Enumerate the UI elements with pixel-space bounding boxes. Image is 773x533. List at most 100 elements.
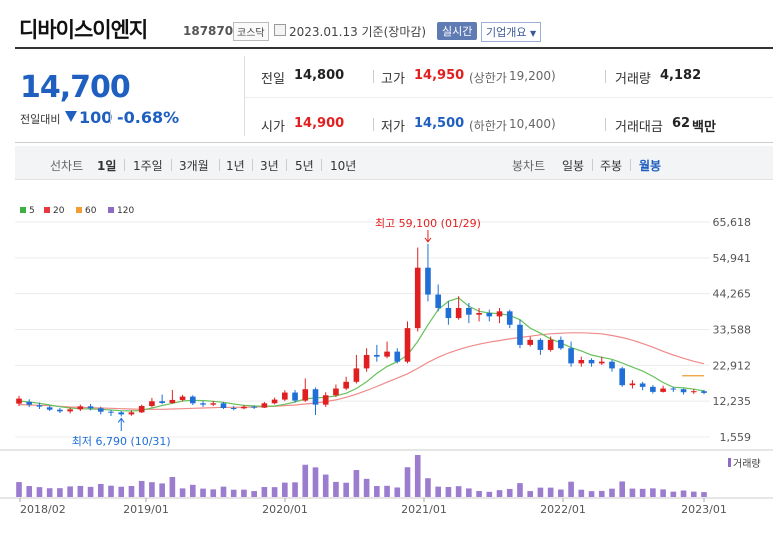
volume-bar: [169, 476, 176, 497]
candle-body: [466, 307, 472, 315]
change-percent: -0.68%: [117, 108, 180, 127]
volume-bar: [77, 485, 84, 497]
change-label: 전일대비: [20, 113, 61, 126]
legend-label: 60: [85, 206, 97, 216]
volume-bar: [435, 486, 441, 497]
volume-bar: [138, 480, 145, 497]
period-5y-button[interactable]: 5년: [295, 157, 314, 174]
volume-bar: [241, 489, 247, 497]
candle-body: [690, 391, 697, 393]
stock-name: 디바이스이엔지: [19, 18, 148, 42]
stock-chart[interactable]: 5 20 60 120 65,618 54,941 44,265 33,588 22,912 1…: [0, 195, 773, 533]
market-tag: 코스닥: [233, 22, 269, 41]
volume-bar: [210, 489, 217, 497]
divider: [252, 159, 253, 171]
divider: [321, 159, 322, 171]
candle-body: [26, 401, 33, 405]
divider: [592, 159, 593, 171]
candle-body: [138, 405, 145, 413]
volume-bar: [179, 488, 186, 497]
volume-bar: [57, 488, 63, 497]
monthly-candle-button[interactable]: 월봉: [639, 157, 661, 174]
chart-legend: 5 20 60 120: [20, 206, 134, 216]
divider: [244, 56, 245, 136]
chevron-down-icon: ▼: [529, 29, 537, 38]
candle-body: [210, 403, 217, 405]
volume-label: 거래량: [733, 458, 761, 470]
candle-body: [108, 411, 114, 413]
volume-bar: [189, 484, 196, 497]
high-label: 고가: [381, 72, 405, 87]
volume-bar: [670, 491, 677, 497]
line-chart-label: 선차트: [50, 159, 84, 173]
candle-body: [598, 361, 605, 364]
volume-bar: [639, 488, 646, 497]
divider: [110, 110, 111, 124]
candle-body: [670, 388, 677, 390]
candle-body: [445, 307, 452, 319]
candle-body: [476, 313, 482, 315]
candle-body: [189, 396, 196, 404]
candle-body: [46, 407, 53, 410]
volume-bar: [292, 482, 298, 497]
open-label: 시가: [261, 120, 285, 135]
volume-bar: [558, 489, 564, 497]
weekly-candle-button[interactable]: 주봉: [600, 157, 622, 174]
candle-body: [363, 354, 370, 369]
period-1d-button[interactable]: 1일: [97, 157, 116, 174]
current-price: 14,700: [20, 70, 131, 105]
x-axis: 2018/02 2019/01 2020/01 2021/01 2022/01 2023/…: [19, 498, 727, 516]
volume-bar: [455, 486, 462, 497]
ma5-line: [18, 297, 705, 412]
volume-bar: [46, 488, 53, 497]
volume-bar: [547, 487, 554, 497]
volume-bar: [476, 490, 482, 497]
volume-bar: [414, 455, 421, 497]
candle-chart-label: 봉차트: [512, 159, 546, 173]
volume-value: 4,182: [660, 68, 702, 83]
volume-bar: [220, 486, 227, 497]
volume-bar: [282, 482, 288, 497]
period-10y-button[interactable]: 10년: [330, 157, 356, 174]
candle-body: [220, 403, 227, 408]
candle-body: [374, 354, 380, 357]
period-3m-button[interactable]: 3개월: [179, 157, 209, 174]
volume-bar: [517, 483, 523, 497]
divider: [124, 159, 125, 171]
volume-bar: [343, 482, 349, 497]
daily-candle-button[interactable]: 일봉: [562, 157, 584, 174]
stock-code: 187870: [183, 24, 234, 38]
candle-body: [588, 360, 595, 364]
volume-bar: [302, 464, 309, 497]
candle-body: [36, 405, 43, 407]
volume-bar: [374, 486, 380, 497]
candle-body: [343, 381, 349, 389]
volume-bar: [425, 478, 431, 497]
volume-bar: [108, 485, 114, 497]
volume-bar: [680, 490, 687, 497]
y-tick-label: 12,235: [713, 395, 752, 408]
legend-label: 120: [117, 206, 134, 216]
candle-body: [384, 351, 390, 357]
candle-body: [97, 408, 104, 412]
realtime-button[interactable]: 실시간: [437, 22, 478, 40]
divider: [373, 118, 374, 131]
divider: [219, 159, 220, 171]
lower-limit-value: 10,400): [509, 117, 556, 131]
volume-bar: [629, 488, 636, 497]
candle-body: [680, 389, 687, 393]
legend-label: 5: [29, 206, 35, 216]
legend-swatch: [20, 207, 26, 213]
company-info-dropdown[interactable]: 기업개요 ▼: [481, 22, 542, 42]
candle-body: [169, 399, 176, 403]
period-1w-button[interactable]: 1주일: [133, 157, 163, 174]
y-tick-label: 44,265: [713, 288, 752, 301]
period-1y-button[interactable]: 1년: [226, 157, 245, 174]
y-tick-label: 65,618: [713, 216, 752, 229]
stock-header: 디바이스이엔지 187870 코스닥 2023.01.13 기준(장마감) 실시…: [0, 0, 773, 48]
candle-body: [527, 339, 534, 345]
volume-bar: [394, 487, 401, 497]
lower-limit-label: (하한가: [469, 119, 507, 133]
upper-limit-value: 19,200): [509, 69, 556, 83]
period-3y-button[interactable]: 3년: [260, 157, 279, 174]
